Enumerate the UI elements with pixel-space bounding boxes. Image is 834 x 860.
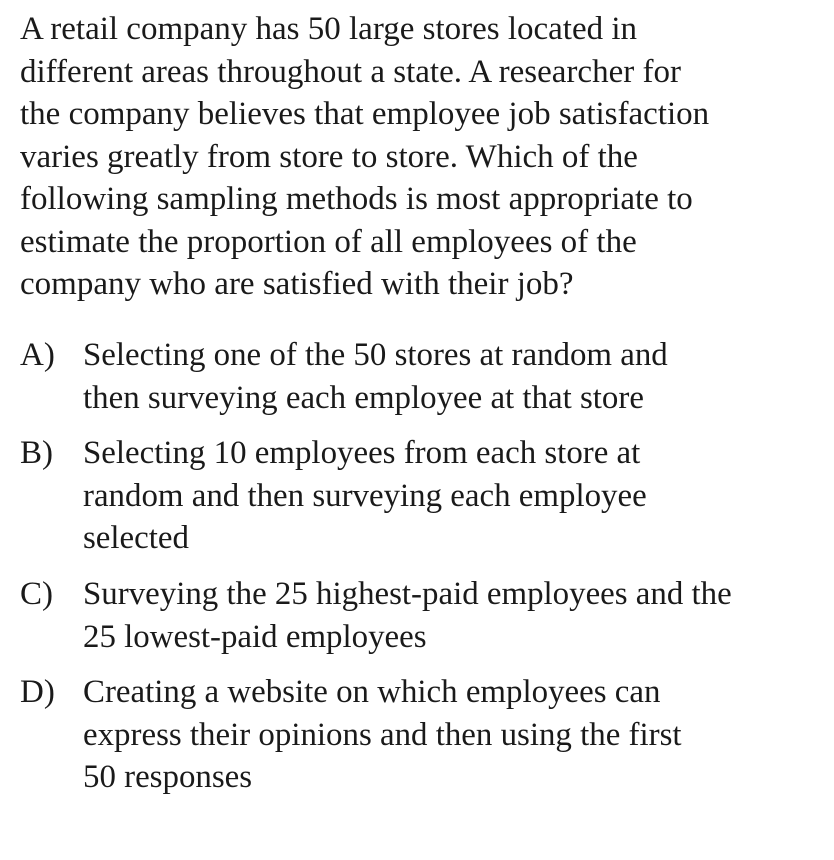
- question-line: different areas throughout a state. A re…: [20, 53, 681, 90]
- choice-letter: A): [20, 337, 55, 373]
- choice-letter: C): [20, 576, 53, 612]
- choice-line: selected: [83, 520, 189, 556]
- question-line: varies greatly from store to store. Whic…: [20, 138, 638, 175]
- choice-line: Surveying the 25 highest-paid employees …: [83, 576, 732, 612]
- choice-line: express their opinions and then using th…: [83, 716, 682, 753]
- question-line: company who are satisfied with their job…: [20, 266, 574, 302]
- answer-choice-a[interactable]: A) Selecting one of the 50 stores at ran…: [20, 334, 828, 419]
- choice-text: Selecting one of the 50 stores at random…: [83, 334, 828, 419]
- question-line: A retail company has 50 large stores loc…: [20, 11, 638, 47]
- question-line: following sampling methods is most appro…: [20, 181, 693, 217]
- choice-letter: B): [20, 435, 53, 471]
- choice-text: Selecting 10 employees from each store a…: [83, 432, 828, 560]
- choice-line: 25 lowest-paid employees: [83, 618, 427, 655]
- question-line: estimate the proportion of all employees…: [20, 223, 637, 260]
- choice-line: Selecting 10 employees from each store a…: [83, 435, 641, 471]
- answer-choice-b[interactable]: B) Selecting 10 employees from each stor…: [20, 432, 828, 560]
- question-stem: A retail company has 50 large stores loc…: [20, 8, 820, 306]
- answer-choice-d[interactable]: D) Creating a website on which employees…: [20, 671, 828, 799]
- choice-line: random and then surveying each employee: [83, 477, 647, 514]
- choice-line: Selecting one of the 50 stores at random…: [83, 337, 668, 373]
- choice-text: Creating a website on which employees ca…: [83, 671, 828, 799]
- choice-line: Creating a website on which employees ca…: [83, 674, 661, 710]
- answer-choice-c[interactable]: C) Surveying the 25 highest-paid employe…: [20, 573, 828, 658]
- choice-line: 50 responses: [83, 759, 253, 795]
- choice-text: Surveying the 25 highest-paid employees …: [83, 573, 828, 658]
- question-line: the company believes that employee job s…: [20, 96, 710, 132]
- choice-letter: D): [20, 674, 55, 710]
- choice-line: then surveying each employee at that sto…: [83, 379, 644, 416]
